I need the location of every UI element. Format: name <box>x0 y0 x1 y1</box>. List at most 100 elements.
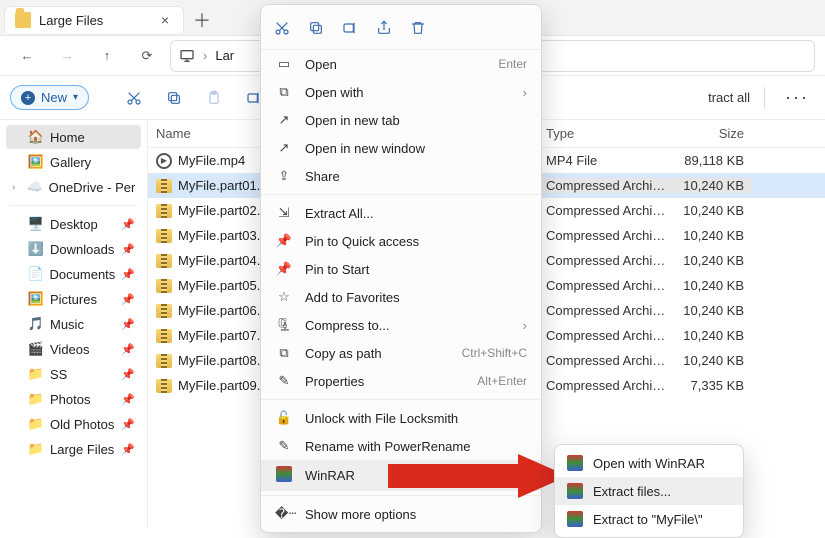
ctx-add-favorites[interactable]: ☆Add to Favorites <box>261 283 541 311</box>
sidebar-item-downloads[interactable]: ⬇️Downloads📌 <box>6 237 141 261</box>
folder-icon: 📄 <box>28 266 44 282</box>
ctx-rename-button[interactable] <box>335 13 365 43</box>
sidebar-item-old-photos[interactable]: 📁Old Photos📌 <box>6 412 141 436</box>
ctx-open[interactable]: ▭OpenEnter <box>261 50 541 78</box>
tab-large-files[interactable]: Large Files × <box>4 6 184 33</box>
sidebar-item-onedrive[interactable]: ›☁️OneDrive - Perso <box>6 175 141 199</box>
archive-icon <box>156 204 172 218</box>
archive-icon <box>156 229 172 243</box>
archive-icon <box>156 304 172 318</box>
file-size: 89,118 KB <box>678 153 752 168</box>
open-icon: ▭ <box>275 56 293 72</box>
sub-open-with-winrar[interactable]: Open with WinRAR <box>555 449 743 477</box>
sidebar-item-desktop[interactable]: 🖥️Desktop📌 <box>6 212 141 236</box>
sub-extract-to[interactable]: Extract to "MyFile\" <box>555 505 743 533</box>
ctx-cut-button[interactable] <box>267 13 297 43</box>
chevron-right-icon: › <box>203 48 207 63</box>
file-type: Compressed Archive ... <box>538 253 678 268</box>
breadcrumb-text: Lar <box>215 48 234 63</box>
context-menu: ▭OpenEnter ⧉Open with› ↗Open in new tab … <box>260 4 542 533</box>
file-size: 10,240 KB <box>678 203 752 218</box>
file-size: 10,240 KB <box>678 228 752 243</box>
pin-icon: 📌 <box>121 243 135 256</box>
sidebar-item-music[interactable]: 🎵Music📌 <box>6 312 141 336</box>
ctx-copy-path[interactable]: ⧉Copy as pathCtrl+Shift+C <box>261 339 541 367</box>
winrar-icon <box>567 483 583 499</box>
copy-button[interactable] <box>159 83 189 113</box>
col-type[interactable]: Type <box>538 126 678 141</box>
separator <box>764 87 765 109</box>
ctx-properties[interactable]: ✎PropertiesAlt+Enter <box>261 367 541 395</box>
file-type: Compressed Archive ... <box>538 228 678 243</box>
winrar-icon <box>567 455 583 471</box>
ctx-rename-power[interactable]: ✎Rename with PowerRename <box>261 432 541 460</box>
compress-icon: 🗜 <box>275 317 293 333</box>
archive-icon <box>156 279 172 293</box>
folder-icon: 📁 <box>28 416 44 432</box>
ctx-copy-button[interactable] <box>301 13 331 43</box>
more-button[interactable]: ··· <box>779 87 815 108</box>
video-icon: ▶ <box>156 153 172 169</box>
pin-icon: 📌 <box>121 418 135 431</box>
ctx-open-new-tab[interactable]: ↗Open in new tab <box>261 106 541 134</box>
new-button[interactable]: + New ▾ <box>10 85 89 110</box>
back-button[interactable]: ← <box>10 39 44 73</box>
file-type: Compressed Archive ... <box>538 328 678 343</box>
sidebar-item-large-files[interactable]: 📁Large Files📌 <box>6 437 141 461</box>
up-button[interactable]: ↑ <box>90 39 124 73</box>
ctx-open-with[interactable]: ⧉Open with› <box>261 78 541 106</box>
col-size[interactable]: Size <box>678 126 752 141</box>
new-tab-button[interactable]: ＋ <box>188 6 216 34</box>
ctx-pin-start[interactable]: 📌Pin to Start <box>261 255 541 283</box>
sidebar-item-home[interactable]: 🏠Home <box>6 125 141 149</box>
sidebar-item-photos[interactable]: 📁Photos📌 <box>6 387 141 411</box>
sub-extract-files[interactable]: Extract files... <box>555 477 743 505</box>
file-type: MP4 File <box>538 153 678 168</box>
close-icon[interactable]: × <box>157 12 173 28</box>
file-size: 7,335 KB <box>678 378 752 393</box>
paste-button[interactable] <box>199 83 229 113</box>
sidebar-item-pictures[interactable]: 🖼️Pictures📌 <box>6 287 141 311</box>
ctx-winrar[interactable]: WinRAR› <box>261 460 541 491</box>
pin-icon: 📌 <box>121 393 135 406</box>
monitor-icon <box>179 48 195 64</box>
archive-icon <box>156 179 172 193</box>
ctx-open-new-window[interactable]: ↗Open in new window <box>261 134 541 162</box>
extract-all-button[interactable]: tract all <box>708 90 750 105</box>
ctx-share-button[interactable] <box>369 13 399 43</box>
winrar-submenu: Open with WinRAR Extract files... Extrac… <box>554 444 744 538</box>
new-label: New <box>41 90 67 105</box>
pin-icon: 📌 <box>121 343 135 356</box>
sidebar-item-ss[interactable]: 📁SS📌 <box>6 362 141 386</box>
pin-start-icon: 📌 <box>275 261 293 277</box>
new-window-icon: ↗ <box>275 140 293 156</box>
folder-icon: 🎵 <box>28 316 44 332</box>
refresh-button[interactable]: ⟳ <box>130 39 164 73</box>
folder-icon: 📁 <box>28 441 44 457</box>
pin-icon: 📌 <box>121 318 135 331</box>
ctx-unlock[interactable]: 🔓Unlock with File Locksmith <box>261 404 541 432</box>
ctx-compress[interactable]: 🗜Compress to...› <box>261 311 541 339</box>
ctx-extract-all[interactable]: ⇲Extract All... <box>261 199 541 227</box>
sidebar-item-documents[interactable]: 📄Documents📌 <box>6 262 141 286</box>
chevron-right-icon[interactable]: › <box>12 182 21 193</box>
ctx-pin-quick[interactable]: 📌Pin to Quick access <box>261 227 541 255</box>
file-type: Compressed Archive ... <box>538 203 678 218</box>
winrar-icon <box>275 466 293 485</box>
sidebar-item-videos[interactable]: 🎬Videos📌 <box>6 337 141 361</box>
winrar-icon <box>567 511 583 527</box>
archive-icon <box>156 379 172 393</box>
plus-icon: + <box>21 91 35 105</box>
more-icon: �ⵈ <box>275 506 293 522</box>
folder-icon <box>15 12 31 28</box>
sidebar-item-gallery[interactable]: 🖼️Gallery <box>6 150 141 174</box>
ctx-delete-button[interactable] <box>403 13 433 43</box>
forward-button[interactable]: → <box>50 39 84 73</box>
pin-icon: 📌 <box>121 293 135 306</box>
pin-icon: 📌 <box>121 443 135 456</box>
file-type: Compressed Archive ... <box>538 353 678 368</box>
file-type: Compressed Archive ... <box>538 278 678 293</box>
ctx-share[interactable]: ⇪Share <box>261 162 541 190</box>
ctx-show-more[interactable]: �ⵈShow more options <box>261 500 541 528</box>
cut-button[interactable] <box>119 83 149 113</box>
